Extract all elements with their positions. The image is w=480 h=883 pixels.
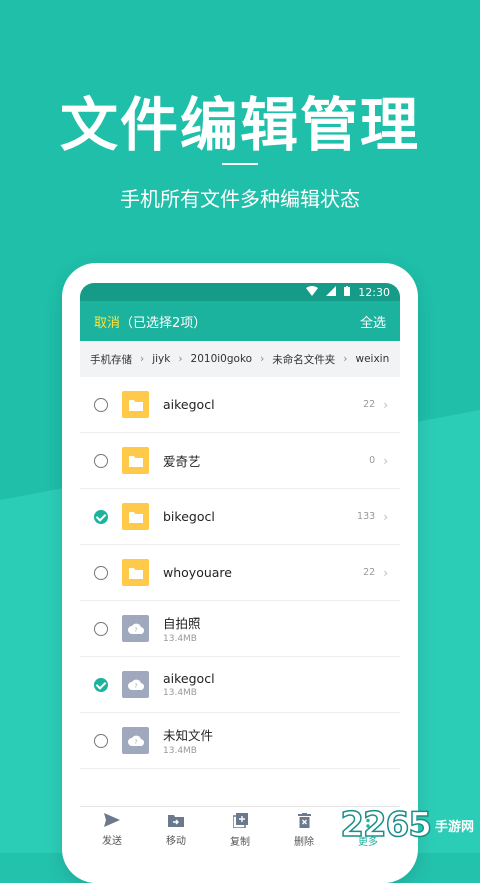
breadcrumb-item[interactable]: 2010i0goko [191,353,253,365]
file-row[interactable]: whoyouare 22 › [80,545,400,601]
select-all-button[interactable]: 全选 [360,312,386,331]
selection-count: （已选择2项） [120,315,207,331]
folder-icon [122,391,149,418]
folder-icon [122,447,149,474]
file-row[interactable]: 爱奇艺 0 › [80,433,400,489]
file-name: bikegocl [163,509,215,524]
move-label: 移动 [166,835,186,847]
select-checkbox[interactable] [94,733,108,748]
file-name: 未知文件 [163,728,214,743]
breadcrumb: 手机存储 › jiyk › 2010i0goko › 未命名文件夹 › weix… [80,341,400,377]
send-icon [104,813,120,830]
phone-screen: 12:30 取消（已选择2项） 全选 手机存储 › jiyk › 2010i0g… [80,283,400,853]
delete-icon [297,812,311,831]
cancel-button[interactable]: 取消 [94,316,120,331]
watermark-site: 手游网 [434,819,474,835]
select-checkbox-checked[interactable] [94,677,108,692]
signal-icon [326,285,337,299]
breadcrumb-item[interactable]: 手机存储 [90,352,132,367]
chevron-right-icon: › [383,509,388,524]
chevron-right-icon: › [383,565,388,580]
file-name: whoyouare [163,565,232,580]
file-row[interactable]: ? 未知文件 13.4MB [80,713,400,769]
file-size: 13.4MB [163,634,197,644]
folder-icon [122,559,149,586]
copy-label: 复制 [230,836,250,848]
file-size: 13.4MB [163,688,197,698]
chevron-right-icon: › [383,397,388,412]
breadcrumb-separator: › [343,353,348,365]
breadcrumb-item[interactable]: 未命名文件夹 [272,352,335,367]
promo-subline: 手机所有文件多种编辑状态 [120,187,360,211]
move-button[interactable]: 移动 [146,814,206,847]
file-name: 自拍照 [163,616,201,631]
file-row[interactable]: ? 自拍照 13.4MB [80,601,400,657]
breadcrumb-separator: › [260,353,265,365]
breadcrumb-item[interactable]: jiyk [152,353,170,365]
svg-text:?: ? [134,627,137,634]
svg-text:?: ? [134,683,137,690]
move-icon [168,814,184,830]
select-checkbox[interactable] [94,397,108,412]
promo-headline: 文件编辑管理 [59,91,420,159]
item-count: 22 [363,399,376,410]
status-bar: 12:30 [80,283,400,301]
file-size: 13.4MB [163,746,197,756]
watermark-number: 2265 [340,804,433,846]
file-list: aikegocl 22 › 爱奇艺 0 › bikegocl 133 › who… [80,377,400,769]
delete-label: 删除 [294,836,314,848]
delete-button[interactable]: 删除 [274,812,334,848]
select-checkbox-checked[interactable] [94,509,108,524]
breadcrumb-separator: › [178,353,183,365]
copy-button[interactable]: 复制 [210,812,270,848]
site-watermark: 2265 手游网 [340,804,474,846]
action-bar: 取消（已选择2项） 全选 [80,301,400,341]
unknown-file-icon: ? [122,671,149,698]
select-checkbox[interactable] [94,453,108,468]
item-count: 0 [369,455,376,466]
wifi-icon [306,285,319,299]
file-name: 爱奇艺 [163,454,201,469]
select-checkbox[interactable] [94,621,108,636]
file-row[interactable]: aikegocl 22 › [80,377,400,433]
svg-text:?: ? [134,739,137,746]
file-name: aikegocl [163,671,215,686]
breadcrumb-separator: › [140,353,145,365]
send-button[interactable]: 发送 [82,813,142,847]
headline-divider [222,163,258,165]
send-label: 发送 [102,836,122,847]
select-checkbox[interactable] [94,565,108,580]
chevron-right-icon: › [383,453,388,468]
folder-icon [122,503,149,530]
battery-icon [344,285,351,299]
file-row[interactable]: bikegocl 133 › [80,489,400,545]
item-count: 22 [363,567,376,578]
copy-icon [231,812,248,831]
item-count: 133 [357,511,376,522]
file-name: aikegocl [163,397,215,412]
unknown-file-icon: ? [122,727,149,754]
unknown-file-icon: ? [122,615,149,642]
selection-info: 取消（已选择2项） [94,312,206,331]
status-time: 12:30 [358,285,390,299]
file-row[interactable]: ? aikegocl 13.4MB [80,657,400,713]
breadcrumb-item[interactable]: weixin [356,353,390,365]
